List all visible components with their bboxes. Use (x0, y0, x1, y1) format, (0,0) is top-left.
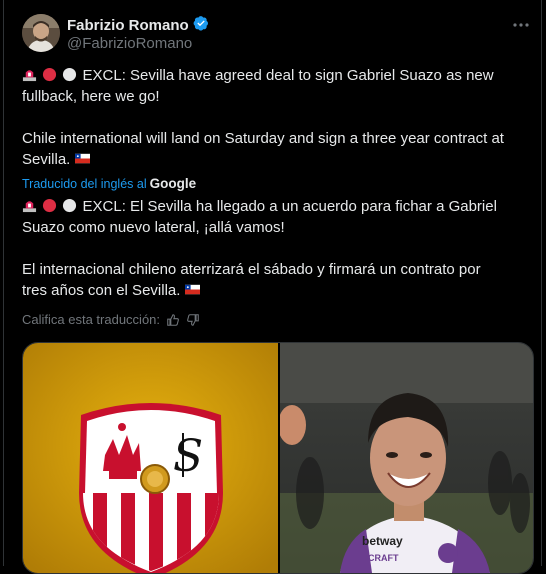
more-dots-icon[interactable] (512, 16, 530, 34)
translated-label: Traducido del inglés al (22, 176, 147, 191)
chile-flag-icon (74, 153, 90, 164)
chile-flag-icon (184, 284, 200, 295)
red-circle-icon (43, 198, 57, 213)
rate-translation: Califica esta traducción: (22, 312, 200, 327)
white-circle-icon (63, 198, 77, 213)
tweet-card: Fabrizio Romano @FabrizioRomano EXCL: Se… (3, 0, 542, 574)
tweet-original-text: EXCL: Sevilla have agreed deal to sign G… (22, 65, 534, 170)
verified-badge-icon (193, 15, 209, 36)
sevilla-crest-image[interactable]: S (23, 343, 278, 573)
red-circle-icon (43, 67, 57, 82)
tweet-translation-text: EXCL: El Sevilla ha llegado a un acuerdo… (22, 196, 534, 301)
translation-line-2: Suazo como nuevo lateral, ¡allá vamos! (22, 219, 285, 236)
translation-line-3: El internacional chileno aterrizará el s… (22, 261, 481, 278)
original-line-4: Sevilla. (22, 151, 71, 168)
original-line-3: Chile international will land on Saturda… (22, 130, 504, 147)
thumbs-down-icon[interactable] (186, 313, 200, 327)
translated-by-label[interactable]: Traducido del inglés al Google (22, 176, 196, 191)
svg-text:CRAFT: CRAFT (368, 553, 399, 563)
police-light-icon (22, 201, 37, 213)
white-circle-icon (63, 67, 77, 82)
tweet-media[interactable]: S betway CRAFT (22, 342, 534, 574)
translation-line-4: tres años con el Sevilla. (22, 282, 181, 299)
svg-text:betway: betway (362, 534, 403, 548)
translation-line-1: EXCL: El Sevilla ha llegado a un acuerdo… (82, 198, 497, 215)
original-line-1: EXCL: Sevilla have agreed deal to sign G… (82, 67, 494, 84)
author-handle[interactable]: @FabrizioRomano (67, 35, 192, 52)
player-photo-image[interactable]: betway CRAFT (278, 343, 533, 573)
avatar[interactable] (22, 14, 60, 52)
svg-text:S: S (173, 431, 203, 482)
rate-label: Califica esta traducción: (22, 312, 161, 327)
thumbs-up-icon[interactable] (166, 313, 180, 327)
original-line-2: fullback, here we go! (22, 88, 160, 105)
police-light-icon (22, 70, 37, 82)
author-name[interactable]: Fabrizio Romano (67, 17, 189, 34)
google-logo: Google (149, 176, 197, 191)
